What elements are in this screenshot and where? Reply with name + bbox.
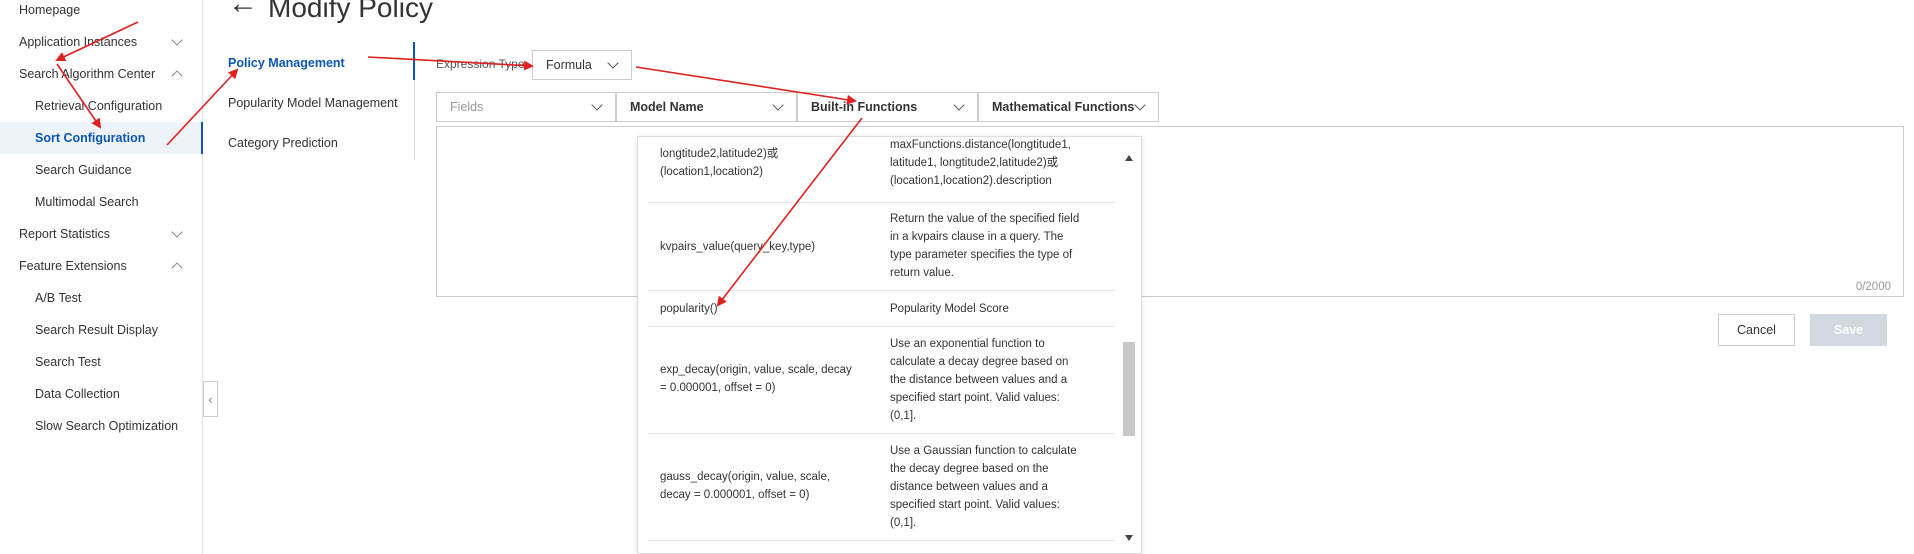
chevron-down-icon (607, 57, 619, 69)
builtin-functions-select[interactable]: Built-in Functions (797, 92, 978, 122)
subnav-item-category-prediction[interactable]: Category Prediction (228, 136, 338, 150)
expression-type-select[interactable]: Formula (532, 50, 632, 80)
chevron-down-icon (1134, 99, 1146, 111)
sidebar-item-label: Application Instances (19, 35, 138, 49)
subnav-item-popularity-model-management[interactable]: Popularity Model Management (228, 96, 398, 110)
model-name-select-label: Model Name (630, 100, 704, 114)
sidebar-item-label: Sort Configuration (35, 131, 146, 145)
sidebar-item-label: Search Result Display (35, 323, 158, 337)
list-item[interactable]: popularity() Popularity Model Score (648, 291, 1115, 327)
chevron-down-icon (772, 99, 784, 111)
expression-type-label: Expression Type (436, 57, 525, 71)
sidebar-item-search-result-display[interactable]: Search Result Display (0, 314, 203, 346)
policy-subnav: Policy Management Popularity Model Manag… (203, 42, 415, 160)
sidebar-item-sort-configuration[interactable]: Sort Configuration (0, 122, 203, 154)
expression-type-value: Formula (546, 58, 592, 72)
model-name-select[interactable]: Model Name (616, 92, 797, 122)
sidebar-item-slow-search-optimization[interactable]: Slow Search Optimization (0, 410, 203, 442)
mathematical-functions-select-label: Mathematical Functions (992, 100, 1135, 114)
scroll-up-icon[interactable] (1125, 155, 1133, 161)
sidebar-item-label: Data Collection (35, 387, 120, 401)
sidebar-item-ab-test[interactable]: A/B Test (0, 282, 203, 314)
sidebar-item-label: Homepage (19, 3, 81, 17)
chevron-down-icon (591, 99, 603, 111)
sidebar-item-retrieval-configuration[interactable]: Retrieval Configuration (0, 90, 203, 122)
sidebar-item-data-collection[interactable]: Data Collection (0, 378, 203, 410)
chevron-up-icon (171, 262, 183, 274)
function-description: maxFunctions.distance(longtitude1, latit… (890, 139, 1071, 187)
sidebar-item-label: Report Statistics (19, 227, 111, 241)
sidebar: Homepage Application Instances Search Al… (0, 0, 203, 554)
chevron-up-icon (171, 70, 183, 82)
sidebar-item-search-guidance[interactable]: Search Guidance (0, 154, 203, 186)
fields-select-placeholder: Fields (450, 100, 484, 114)
builtin-functions-dropdown: longtitude2,latitude2)或 (location1,locat… (637, 136, 1142, 554)
sidebar-item-label: Search Guidance (35, 163, 132, 177)
sidebar-item-label: Retrieval Configuration (35, 99, 163, 113)
function-name: gauss_decay(origin, value, scale, decay … (660, 471, 831, 501)
page-title: Modify Policy (268, 0, 433, 23)
sidebar-item-label: Search Test (35, 355, 101, 369)
save-button[interactable]: Save (1810, 314, 1887, 346)
character-counter: 0/2000 (1855, 281, 1891, 293)
sidebar-item-label: A/B Test (35, 291, 82, 305)
collapse-sidebar-button[interactable]: ‹ (203, 381, 218, 417)
function-name: longtitude2,latitude2)或 (location1,locat… (660, 148, 779, 178)
sidebar-item-label: Multimodal Search (35, 195, 139, 209)
list-item[interactable]: kvpairs_value(query_key,type) Return the… (648, 203, 1115, 291)
function-name: exp_decay(origin, value, scale, decay = … (660, 364, 852, 394)
sidebar-item-label: Slow Search Optimization (35, 419, 179, 433)
function-description: Use an exponential function to calculate… (890, 338, 1069, 422)
subnav-active-indicator (413, 42, 415, 80)
scroll-down-icon[interactable] (1125, 535, 1133, 541)
function-name: popularity() (660, 303, 718, 315)
function-name: kvpairs_value(query_key,type) (660, 241, 816, 253)
function-description: Use a Gaussian function to calculate the… (890, 445, 1077, 529)
sidebar-item-search-algorithm-center[interactable]: Search Algorithm Center (0, 58, 203, 90)
sidebar-item-report-statistics[interactable]: Report Statistics (0, 218, 203, 250)
sidebar-item-feature-extensions[interactable]: Feature Extensions (0, 250, 203, 282)
sidebar-item-search-test[interactable]: Search Test (0, 346, 203, 378)
function-description: Return the value of the specified field … (890, 213, 1080, 279)
chevron-down-icon (171, 34, 183, 46)
sidebar-item-label: Search Algorithm Center (19, 67, 156, 81)
scrollbar-thumb[interactable] (1123, 342, 1135, 436)
builtin-functions-select-label: Built-in Functions (811, 100, 918, 114)
chevron-down-icon (171, 226, 183, 238)
back-arrow-icon[interactable]: ← (228, 0, 258, 21)
mathematical-functions-select[interactable]: Mathematical Functions (978, 92, 1159, 122)
function-description: Popularity Model Score (890, 303, 1009, 315)
subnav-item-policy-management[interactable]: Policy Management (228, 56, 345, 70)
sidebar-item-label: Feature Extensions (19, 259, 127, 273)
sidebar-item-application-instances[interactable]: Application Instances (0, 26, 203, 58)
list-item[interactable]: exp_decay(origin, value, scale, decay = … (648, 327, 1115, 434)
sidebar-item-multimodal-search[interactable]: Multimodal Search (0, 186, 203, 218)
chevron-left-icon: ‹ (208, 391, 213, 407)
chevron-down-icon (953, 99, 965, 111)
list-item[interactable]: gauss_decay(origin, value, scale, decay … (648, 434, 1115, 541)
fields-select[interactable]: Fields (436, 92, 616, 122)
sidebar-item-homepage[interactable]: Homepage (0, 0, 203, 26)
list-item[interactable]: longtitude2,latitude2)或 (location1,locat… (648, 137, 1115, 203)
cancel-button[interactable]: Cancel (1718, 314, 1795, 346)
